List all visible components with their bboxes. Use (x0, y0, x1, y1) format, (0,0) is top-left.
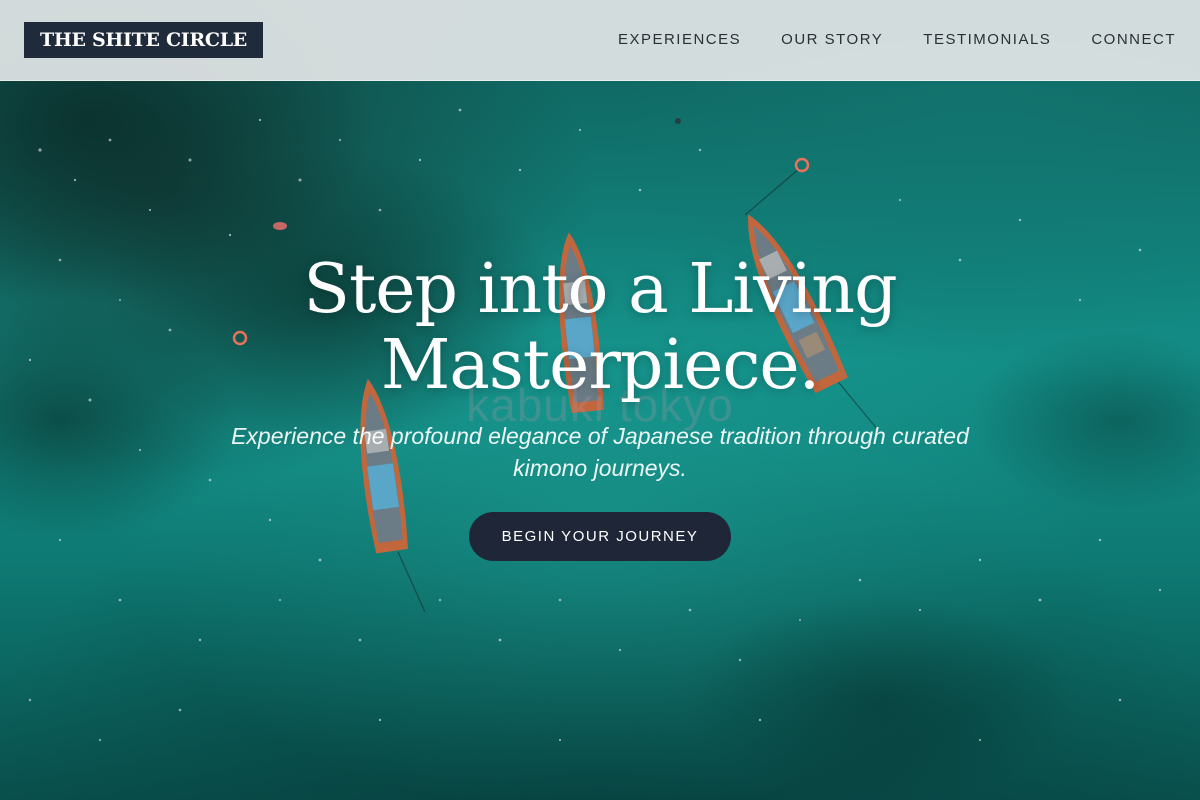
hero-title-line2: Masterpiece. (380, 326, 821, 405)
nav-link-connect[interactable]: CONNECT (1091, 30, 1176, 50)
hero-title: Step into a Living Masterpiece. (100, 252, 1100, 404)
nav-link-our-story[interactable]: OUR STORY (781, 30, 883, 50)
nav-link-testimonials[interactable]: TESTIMONIALS (923, 30, 1051, 50)
nav-link-experiences[interactable]: EXPERIENCES (618, 30, 741, 50)
hero-section: kabuki tokyo Step into a Living Masterpi… (0, 0, 1200, 800)
begin-journey-button[interactable]: BEGIN YOUR JOURNEY (469, 512, 731, 561)
hero-title-line1: Step into a Living (303, 250, 897, 329)
main-nav: EXPERIENCES OUR STORY TESTIMONIALS CONNE… (618, 30, 1176, 50)
site-header: THE SHITE CIRCLE EXPERIENCES OUR STORY T… (0, 0, 1200, 81)
site-logo[interactable]: THE SHITE CIRCLE (24, 22, 263, 58)
hero-subtitle-line2: kimono journeys. (513, 455, 687, 481)
hero-subtitle-line1: Experience the profound elegance of Japa… (231, 423, 969, 449)
hero-subtitle: Experience the profound elegance of Japa… (180, 420, 1020, 484)
